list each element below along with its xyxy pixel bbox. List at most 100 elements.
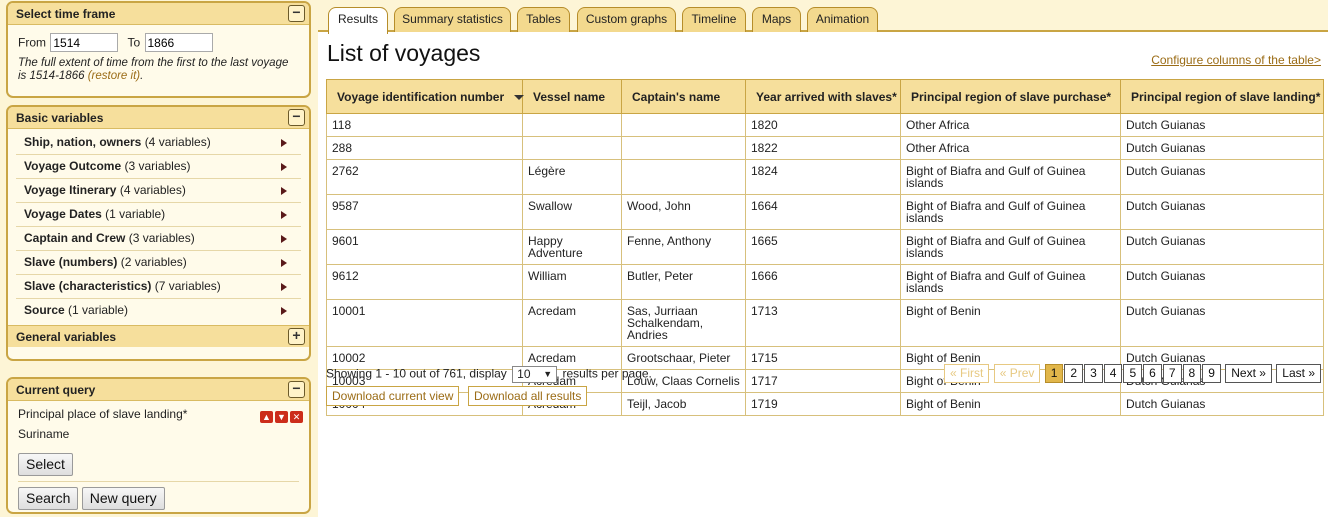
basic-variables-header[interactable]: Basic variables − bbox=[8, 107, 309, 129]
page-number-button[interactable]: 2 bbox=[1064, 364, 1084, 383]
table-cell: Acredam bbox=[522, 299, 622, 347]
variable-group-label: Captain and Crew bbox=[24, 231, 126, 245]
page-number-button[interactable]: 4 bbox=[1103, 364, 1123, 383]
variable-group-label: Source bbox=[24, 303, 65, 317]
variable-group-label: Slave (numbers) bbox=[24, 255, 118, 269]
page-number-button[interactable]: 8 bbox=[1182, 364, 1202, 383]
expand-general-variables-button[interactable]: + bbox=[288, 328, 305, 345]
table-cell: 9587 bbox=[326, 194, 523, 230]
page-number-button[interactable]: 3 bbox=[1084, 364, 1103, 383]
column-header-captain-name[interactable]: Captain's name bbox=[621, 79, 746, 114]
tab-results[interactable]: Results bbox=[328, 7, 388, 34]
tab-timeline[interactable]: Timeline bbox=[682, 7, 746, 32]
to-year-input[interactable] bbox=[144, 33, 213, 52]
page-number-button[interactable]: 7 bbox=[1162, 364, 1182, 383]
table-cell bbox=[621, 159, 746, 195]
download-current-view-button[interactable]: Download current view bbox=[326, 386, 460, 406]
collapse-current-query-button[interactable]: − bbox=[288, 381, 305, 398]
table-cell: Dutch Guianas bbox=[1120, 113, 1324, 137]
table-cell: 9612 bbox=[326, 264, 523, 300]
collapse-basic-variables-button[interactable]: − bbox=[288, 109, 305, 126]
dropdown-arrow-icon: ▼ bbox=[543, 369, 553, 379]
table-cell: 1822 bbox=[745, 136, 901, 160]
variable-group-item[interactable]: Captain and Crew (3 variables) bbox=[16, 227, 301, 251]
table-cell bbox=[522, 136, 622, 160]
time-frame-header[interactable]: Select time frame − bbox=[8, 3, 309, 25]
tab-custom-graphs[interactable]: Custom graphs bbox=[577, 7, 676, 32]
search-button[interactable]: Search bbox=[18, 487, 79, 510]
variable-group-item[interactable]: Voyage Outcome (3 variables) bbox=[16, 155, 301, 179]
column-header-voyage-id[interactable]: Voyage identification number bbox=[326, 79, 525, 114]
to-label: To bbox=[127, 35, 141, 50]
general-variables-title: General variables bbox=[16, 330, 117, 344]
column-header-region-landing[interactable]: Principal region of slave landing* bbox=[1120, 79, 1324, 114]
move-down-icon[interactable]: ▼ bbox=[275, 411, 288, 423]
table-cell: 9601 bbox=[326, 229, 523, 265]
general-variables-header[interactable]: General variables + bbox=[8, 325, 309, 347]
variable-group-label: Slave (characteristics) bbox=[24, 279, 152, 293]
select-button[interactable]: Select bbox=[18, 453, 73, 476]
table-cell: 1719 bbox=[745, 392, 901, 416]
download-all-results-button[interactable]: Download all results bbox=[468, 386, 588, 406]
table-cell: Dutch Guianas bbox=[1120, 264, 1324, 300]
variable-group-count: (2 variables) bbox=[120, 255, 187, 269]
variable-group-label: Voyage Outcome bbox=[24, 159, 122, 173]
prev-page-button[interactable]: « Prev bbox=[993, 364, 1041, 383]
page-number-button[interactable]: 1 bbox=[1044, 364, 1064, 383]
variable-group-item[interactable]: Voyage Itinerary (4 variables) bbox=[16, 179, 301, 203]
tab-tables[interactable]: Tables bbox=[517, 7, 570, 32]
results-per-page-select[interactable]: 10 ▼ bbox=[512, 366, 558, 383]
query-variable-label: Principal place of slave landing* bbox=[18, 407, 188, 421]
table-cell: William bbox=[522, 264, 622, 300]
expand-arrow-icon bbox=[281, 259, 287, 267]
tab-summary-statistics[interactable]: Summary statistics bbox=[394, 7, 511, 32]
table-cell: Bight of Benin bbox=[900, 299, 1121, 347]
voyage-id-header-label: Voyage identification number bbox=[337, 89, 505, 104]
table-cell: Dutch Guianas bbox=[1120, 392, 1324, 416]
collapse-time-frame-button[interactable]: − bbox=[288, 5, 305, 22]
last-page-button[interactable]: Last » bbox=[1276, 364, 1321, 383]
table-cell: Bight of Biafra and Gulf of Guinea islan… bbox=[900, 264, 1121, 300]
page-number-button[interactable]: 6 bbox=[1143, 364, 1162, 383]
tab-animation[interactable]: Animation bbox=[807, 7, 878, 32]
restore-link[interactable]: (restore it) bbox=[88, 70, 140, 82]
table-cell: Sas, Jurriaan Schalkendam, Andries bbox=[621, 299, 746, 347]
expand-arrow-icon bbox=[281, 211, 287, 219]
column-header-region-purchase[interactable]: Principal region of slave purchase* bbox=[900, 79, 1121, 114]
table-cell: Swallow bbox=[522, 194, 622, 230]
current-query-panel: Current query − ▲ ▼ ✕ Principal place of s… bbox=[6, 377, 311, 514]
current-query-title: Current query bbox=[16, 383, 96, 397]
variable-group-label: Voyage Itinerary bbox=[24, 183, 117, 197]
first-page-button[interactable]: « First bbox=[944, 364, 990, 383]
configure-columns-link[interactable]: Configure columns of the table> bbox=[1151, 53, 1321, 67]
variable-group-item[interactable]: Slave (numbers) (2 variables) bbox=[16, 251, 301, 275]
column-header-year-arrived[interactable]: Year arrived with slaves* bbox=[745, 79, 901, 114]
table-cell: Wood, John bbox=[621, 194, 746, 230]
pager-info-suffix: results per page. bbox=[562, 366, 652, 381]
move-up-icon[interactable]: ▲ bbox=[260, 411, 273, 423]
remove-icon[interactable]: ✕ bbox=[290, 411, 303, 423]
table-cell: 1665 bbox=[745, 229, 901, 265]
basic-variables-panel: Basic variables − Ship, nation, owners (… bbox=[6, 105, 311, 361]
next-page-button[interactable]: Next » bbox=[1225, 364, 1272, 383]
page-number-button[interactable]: 9 bbox=[1202, 364, 1221, 383]
page-number-button[interactable]: 5 bbox=[1123, 364, 1143, 383]
current-query-header[interactable]: Current query − bbox=[8, 379, 309, 401]
tab-maps[interactable]: Maps bbox=[752, 7, 801, 32]
table-cell: 1664 bbox=[745, 194, 901, 230]
table-cell: 118 bbox=[326, 113, 523, 137]
table-cell: 1717 bbox=[745, 369, 901, 393]
variable-group-item[interactable]: Slave (characteristics) (7 variables) bbox=[16, 275, 301, 299]
expand-arrow-icon bbox=[281, 283, 287, 291]
column-header-vessel-name[interactable]: Vessel name bbox=[522, 79, 622, 114]
table-cell bbox=[621, 113, 746, 137]
expand-arrow-icon bbox=[281, 139, 287, 147]
table-cell: 1713 bbox=[745, 299, 901, 347]
table-header-row: Voyage identification number Vessel name… bbox=[326, 79, 1324, 114]
from-year-input[interactable] bbox=[50, 33, 119, 52]
pager-info-prefix: Showing 1 - 10 out of 761, display bbox=[326, 366, 507, 381]
variable-group-item[interactable]: Ship, nation, owners (4 variables) bbox=[16, 131, 301, 155]
new-query-button[interactable]: New query bbox=[81, 487, 165, 510]
variable-group-item[interactable]: Source (1 variable) bbox=[16, 299, 301, 323]
variable-group-item[interactable]: Voyage Dates (1 variable) bbox=[16, 203, 301, 227]
